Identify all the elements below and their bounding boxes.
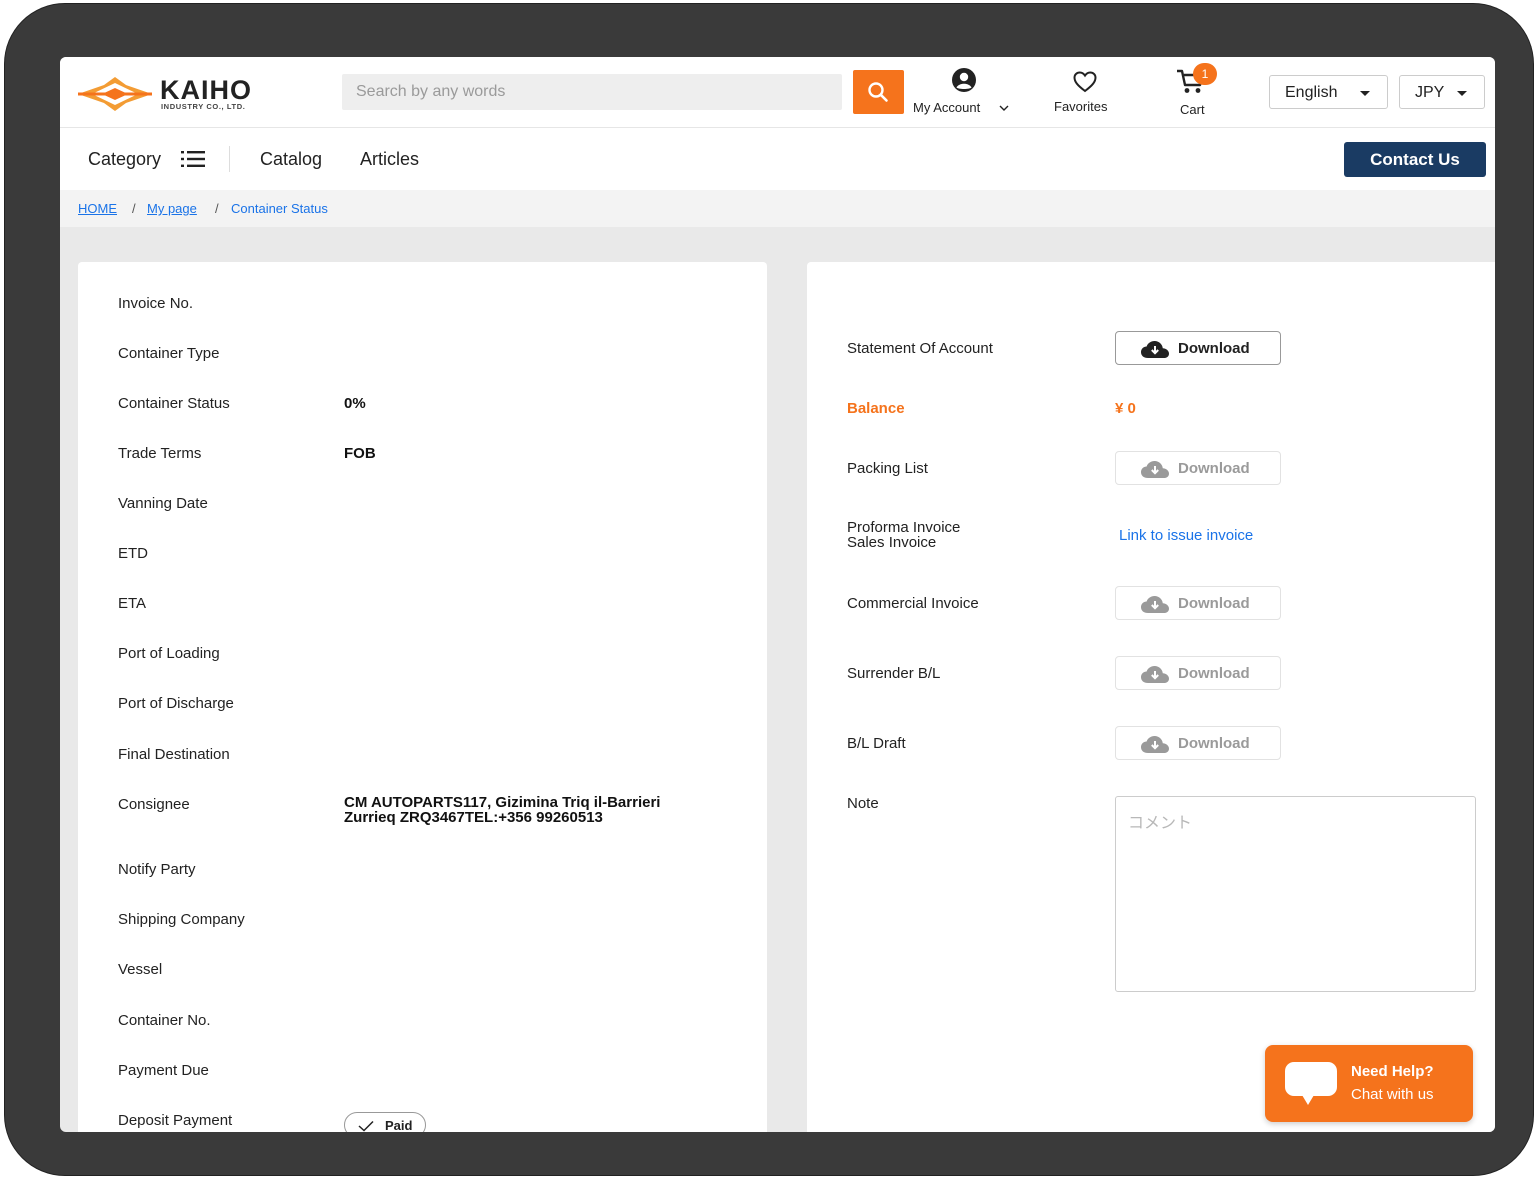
breadcrumb-current: Container Status [231, 201, 328, 216]
cloud-download-icon [1141, 596, 1169, 613]
port-loading-label: Port of Loading [118, 645, 220, 662]
deposit-payment-label: Deposit Payment [118, 1112, 233, 1129]
trade-terms-value: FOB [344, 445, 376, 462]
cloud-download-icon [1141, 341, 1169, 358]
chat-widget[interactable]: Need Help? Chat with us [1265, 1045, 1473, 1122]
search-button[interactable] [853, 70, 904, 114]
download-label: Download [1178, 595, 1250, 612]
balance-value: ¥ 0 [1115, 400, 1136, 417]
currency-value: JPY [1415, 84, 1445, 101]
documents-card: Statement Of Account Download Balance ¥ … [807, 262, 1495, 1132]
download-label: Download [1178, 735, 1250, 752]
breadcrumb-mypage[interactable]: My page [147, 201, 197, 216]
vanning-date-label: Vanning Date [118, 495, 208, 512]
catalog-link[interactable]: Catalog [260, 149, 322, 170]
breadcrumb-home[interactable]: HOME [78, 201, 117, 216]
trade-terms-label: Trade Terms [118, 445, 202, 462]
container-status-label: Container Status [118, 395, 230, 412]
balance-label: Balance [847, 400, 905, 417]
chat-bubble-icon [1285, 1062, 1337, 1105]
notify-party-label: Notify Party [118, 861, 196, 878]
bl-draft-download-button[interactable]: Download [1115, 726, 1281, 760]
surrender-bl-label: Surrender B/L [847, 665, 941, 682]
container-status-value: 0% [344, 395, 366, 412]
cloud-download-icon [1141, 666, 1169, 683]
download-label: Download [1178, 665, 1250, 682]
cloud-download-icon [1141, 736, 1169, 753]
chat-subtitle: Chat with us [1351, 1086, 1434, 1103]
statement-download-button[interactable]: Download [1115, 331, 1281, 365]
consignee-line-2: Zurrieq ZRQ3467TEL:+356 99260513 [344, 809, 603, 826]
kaiho-logo-icon [78, 77, 152, 111]
statement-label: Statement Of Account [847, 340, 993, 357]
articles-link[interactable]: Articles [360, 149, 419, 170]
commercial-invoice-download-button[interactable]: Download [1115, 586, 1281, 620]
breadcrumb: HOME / My page / Container Status [60, 190, 1495, 227]
shipping-company-label: Shipping Company [118, 911, 245, 928]
deposit-paid-badge: Paid [344, 1112, 426, 1132]
nav-divider [229, 146, 230, 172]
payment-due-label: Payment Due [118, 1062, 209, 1079]
list-icon [181, 151, 205, 167]
check-icon [358, 1120, 374, 1132]
eta-label: ETA [118, 595, 147, 612]
site-header: KAIHO INDUSTRY CO., LTD. My Account [60, 57, 1495, 128]
proforma-label: Proforma Invoice [847, 519, 961, 536]
note-label: Note [847, 795, 879, 812]
sales-invoice-label: Sales Invoice [847, 534, 937, 551]
logo-subtitle: INDUSTRY CO., LTD. [161, 102, 246, 111]
category-label: Category [88, 149, 162, 169]
chat-title: Need Help? [1351, 1063, 1434, 1080]
consignee-label: Consignee [118, 796, 190, 813]
caret-down-icon [1457, 91, 1467, 96]
cart-label: Cart [1180, 102, 1205, 117]
surrender-bl-download-button[interactable]: Download [1115, 656, 1281, 690]
favorites-label: Favorites [1054, 99, 1108, 114]
contact-us-button[interactable]: Contact Us [1344, 142, 1486, 177]
language-select[interactable]: English [1269, 75, 1388, 109]
packing-list-download-button[interactable]: Download [1115, 451, 1281, 485]
tablet-frame: KAIHO INDUSTRY CO., LTD. My Account [5, 4, 1533, 1175]
cloud-download-icon [1141, 461, 1169, 478]
language-value: English [1285, 84, 1338, 101]
consignee-line-1: CM AUTOPARTS117, Gizimina Triq il-Barrie… [344, 794, 661, 811]
search-icon [868, 82, 888, 102]
chevron-down-icon [999, 105, 1009, 111]
vessel-label: Vessel [118, 961, 163, 978]
category-menu[interactable]: Category [88, 149, 205, 170]
screen: KAIHO INDUSTRY CO., LTD. My Account [60, 57, 1495, 1132]
favorites-link[interactable]: Favorites [1050, 69, 1120, 115]
search-input[interactable] [342, 74, 842, 110]
caret-down-icon [1360, 91, 1370, 96]
container-details-card: Invoice No. Container Type Container Sta… [78, 262, 767, 1132]
issue-invoice-link[interactable]: Link to issue invoice [1119, 527, 1253, 544]
packing-list-label: Packing List [847, 460, 928, 477]
heart-icon [1073, 71, 1097, 93]
container-type-label: Container Type [118, 345, 220, 362]
breadcrumb-separator: / [132, 201, 136, 216]
note-textarea[interactable] [1115, 796, 1476, 992]
deposit-paid-text: Paid [385, 1118, 413, 1132]
commercial-invoice-label: Commercial Invoice [847, 595, 979, 612]
final-destination-label: Final Destination [118, 746, 230, 763]
etd-label: ETD [118, 545, 148, 562]
currency-select[interactable]: JPY [1399, 75, 1485, 109]
breadcrumb-separator: / [215, 201, 219, 216]
download-label: Download [1178, 340, 1250, 357]
download-label: Download [1178, 460, 1250, 477]
my-account-menu[interactable]: My Account [910, 67, 1018, 119]
port-discharge-label: Port of Discharge [118, 695, 234, 712]
user-icon [952, 68, 976, 92]
container-no-label: Container No. [118, 1012, 211, 1029]
my-account-label: My Account [913, 100, 981, 115]
invoice-no-label: Invoice No. [118, 295, 194, 312]
bl-draft-label: B/L Draft [847, 735, 906, 752]
cart-count-badge: 1 [1193, 63, 1217, 85]
main-nav: Category Catalog Articles Contact Us [60, 128, 1495, 190]
logo[interactable]: KAIHO INDUSTRY CO., LTD. [78, 75, 278, 115]
